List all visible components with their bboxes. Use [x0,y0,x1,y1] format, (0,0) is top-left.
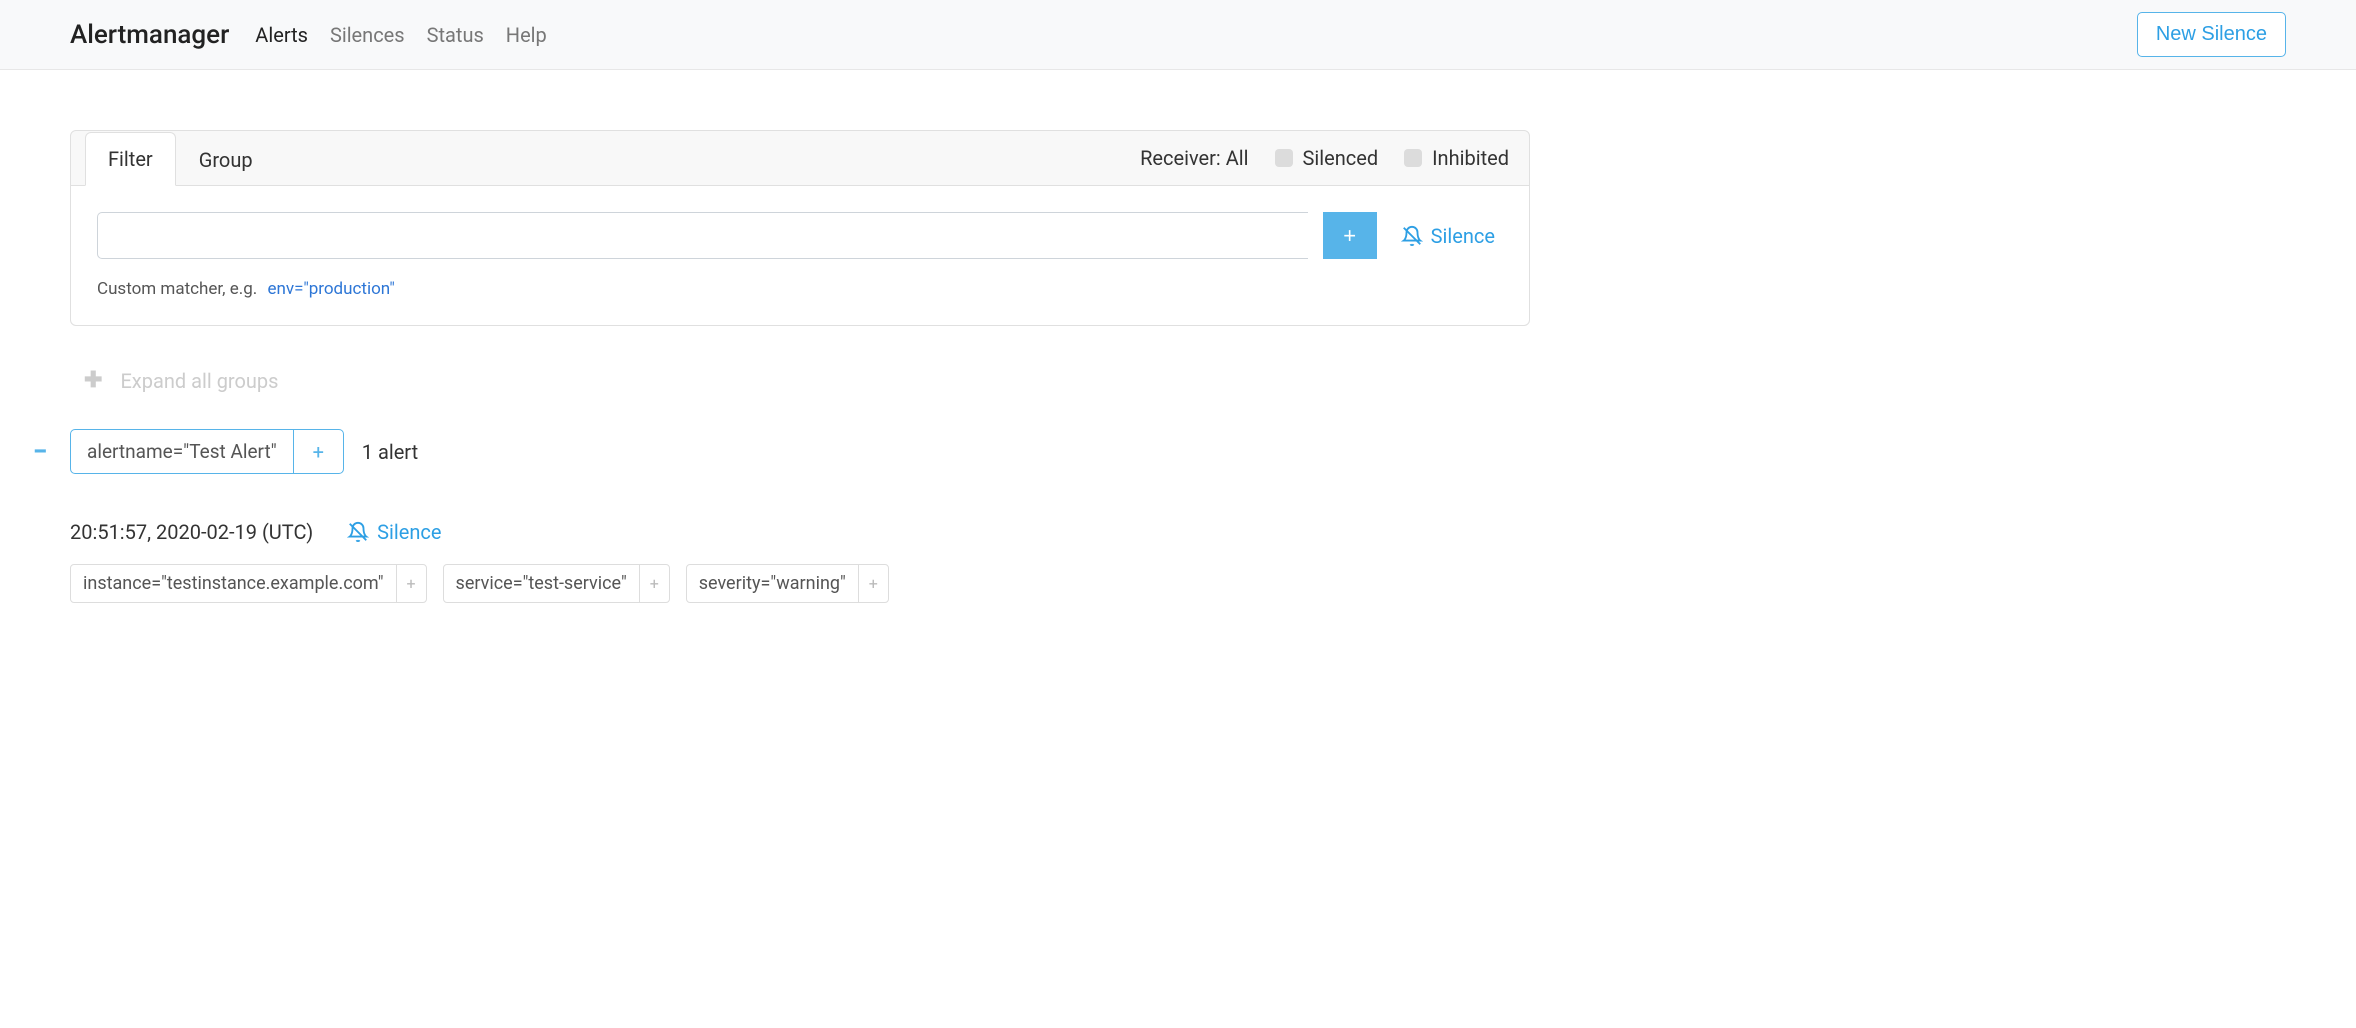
inhibited-checkbox[interactable] [1404,149,1422,167]
plus-icon: ✚ [84,368,102,393]
brand-title: Alertmanager [70,20,229,50]
tabs: Filter Group [85,131,276,185]
silenced-label: Silenced [1303,146,1379,170]
alert-count: 1 alert [362,440,418,464]
alert-silence-button[interactable]: Silence [339,520,449,544]
matcher-input-row: + Silence [97,212,1503,259]
navbar: Alertmanager Alerts Silences Status Help… [0,0,2356,70]
hint-prefix: Custom matcher, e.g. [97,279,257,299]
group-add-matcher-button[interactable]: + [293,430,343,473]
label-add-button[interactable]: + [639,565,669,602]
alert-group-row: − alertname="Test Alert" + 1 alert [24,429,1530,474]
bell-off-icon [347,521,369,543]
alert-timestamp: 20:51:57, 2020-02-19 (UTC) [70,520,313,544]
expand-all-label: Expand all groups [120,369,278,393]
add-matcher-button[interactable]: + [1323,212,1377,259]
label-text[interactable]: severity="warning" [687,565,858,602]
tabs-row: Filter Group Receiver: All Silenced Inhi… [71,131,1529,186]
silenced-checkbox[interactable] [1275,149,1293,167]
filter-options: Receiver: All Silenced Inhibited [1140,136,1509,180]
main-container: Filter Group Receiver: All Silenced Inhi… [0,70,1600,663]
hint-code[interactable]: env="production" [267,279,394,299]
label-add-button[interactable]: + [396,565,426,602]
tab-group[interactable]: Group [176,133,276,186]
silence-label: Silence [1431,224,1495,248]
label-pill-instance: instance="testinstance.example.com" + [70,564,427,603]
nav-links: Alerts Silences Status Help [255,23,546,47]
receiver-label[interactable]: Receiver: All [1140,146,1248,170]
matcher-input[interactable] [97,212,1308,259]
collapse-icon[interactable]: − [24,437,56,467]
alert-silence-label: Silence [377,520,441,544]
label-pill-severity: severity="warning" + [686,564,889,603]
inhibited-toggle[interactable]: Inhibited [1404,146,1509,170]
group-label-text[interactable]: alertname="Test Alert" [71,430,293,473]
tab-filter[interactable]: Filter [85,132,176,186]
inhibited-label: Inhibited [1432,146,1509,170]
plus-icon: + [1343,223,1356,249]
nav-status[interactable]: Status [427,23,484,47]
label-pill-service: service="test-service" + [443,564,670,603]
silence-button[interactable]: Silence [1393,212,1503,259]
label-add-button[interactable]: + [858,565,888,602]
navbar-left: Alertmanager Alerts Silences Status Help [70,20,547,50]
alert-labels-row: instance="testinstance.example.com" + se… [70,564,1530,603]
filter-card: Filter Group Receiver: All Silenced Inhi… [70,130,1530,326]
nav-silences[interactable]: Silences [330,23,405,47]
matcher-hint: Custom matcher, e.g. env="production" [97,279,1503,299]
label-text[interactable]: instance="testinstance.example.com" [71,565,396,602]
label-text[interactable]: service="test-service" [444,565,639,602]
nav-alerts[interactable]: Alerts [255,23,308,47]
silenced-toggle[interactable]: Silenced [1275,146,1379,170]
bell-off-icon [1401,225,1423,247]
expand-all-row[interactable]: ✚ Expand all groups [70,362,1530,429]
new-silence-button[interactable]: New Silence [2137,12,2286,57]
card-body: + Silence Custom matcher, e.g. env="prod… [71,186,1529,325]
nav-help[interactable]: Help [506,23,547,47]
group-label-pill: alertname="Test Alert" + [70,429,344,474]
alert-meta-row: 20:51:57, 2020-02-19 (UTC) Silence [70,520,1530,544]
